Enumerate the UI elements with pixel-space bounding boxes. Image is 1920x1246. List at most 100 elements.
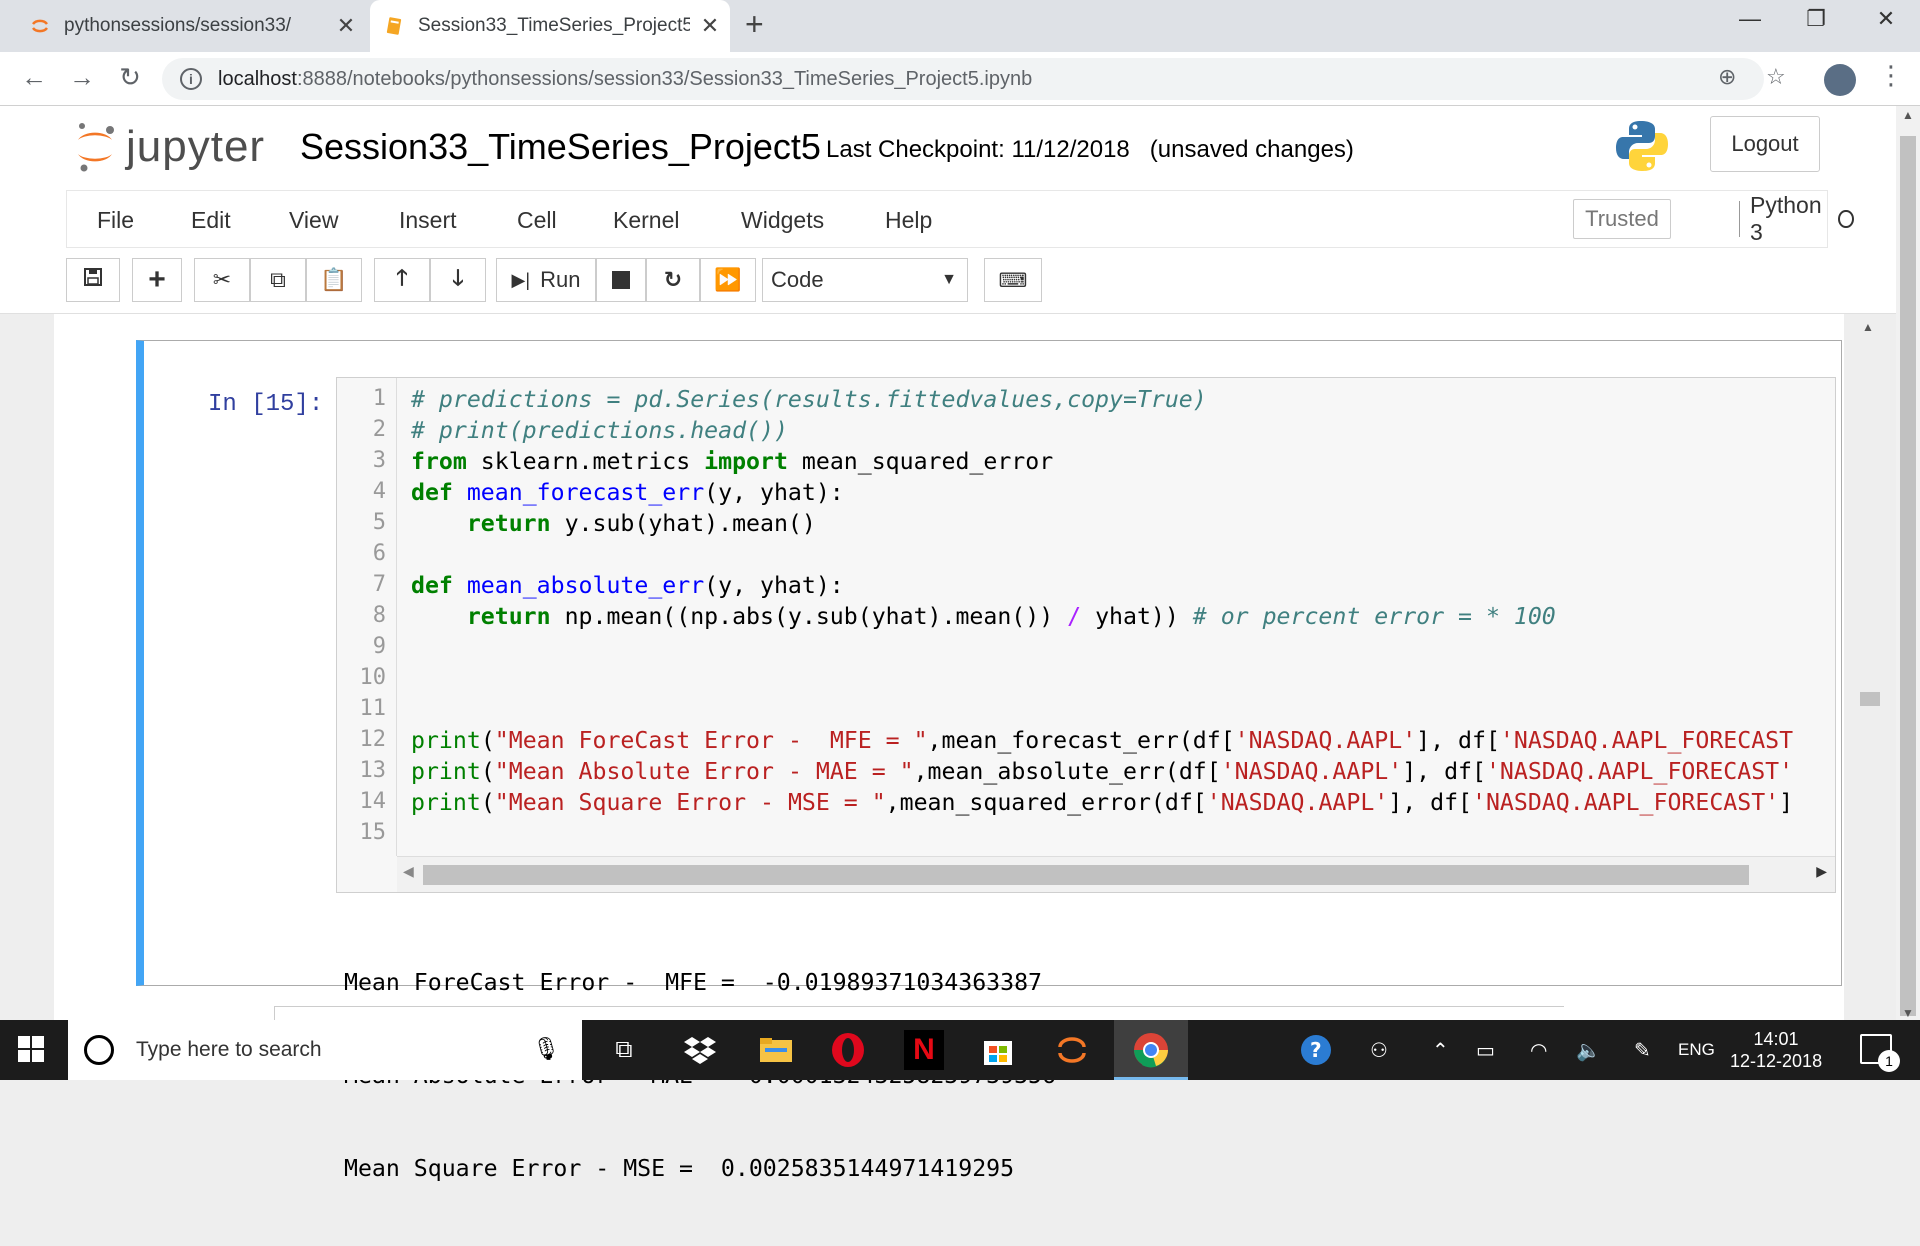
code-editor[interactable]: 1 2 3 4 5 6 7 8 9 10 11 12 13 14 15 # pr… [336, 377, 1836, 893]
line-number: 12 [359, 727, 387, 752]
fast-forward-icon: ⏩ [714, 267, 742, 292]
clock[interactable]: 14:01 12-12-2018 [1730, 1028, 1822, 1072]
jupyter-icon [30, 16, 50, 36]
zoom-icon[interactable]: ⊕ [1718, 64, 1736, 90]
restart-button[interactable]: ↻ [646, 258, 700, 302]
browser-tab-file-tree[interactable]: pythonsessions/session33/ ✕ [16, 0, 366, 52]
svg-text:?: ? [1310, 1038, 1322, 1062]
url-text: localhost:8888/notebooks/pythonsessions/… [218, 67, 1033, 90]
battery-icon[interactable]: ▭ [1476, 1038, 1495, 1063]
plus-icon: + [148, 263, 166, 296]
menu-widgets[interactable]: Widgets [741, 207, 824, 234]
menu-file[interactable]: File [97, 207, 134, 234]
language-indicator[interactable]: ENG [1678, 1040, 1715, 1060]
menu-view[interactable]: View [289, 207, 338, 234]
line-number: 10 [359, 665, 387, 690]
code-line-3: from sklearn.metrics import mean_squared… [411, 448, 1054, 475]
minimize-icon[interactable]: — [1720, 6, 1780, 32]
menu-kernel[interactable]: Kernel [613, 207, 679, 234]
task-view-icon[interactable]: ⧉ [604, 1030, 644, 1070]
scrollbar-thumb[interactable] [423, 865, 1749, 885]
command-palette-button[interactable]: ⌨ [984, 258, 1042, 302]
jupyter-logo[interactable]: jupyter [74, 120, 265, 174]
move-up-button[interactable]: 🡑 [374, 258, 430, 302]
close-icon[interactable]: ✕ [690, 13, 730, 39]
line-number: 13 [359, 758, 387, 783]
scroll-up-icon[interactable]: ▲ [1862, 320, 1874, 334]
help-icon[interactable]: ? [1296, 1030, 1336, 1070]
tray-chevron-icon[interactable]: ⌃ [1432, 1038, 1449, 1063]
scroll-right-icon[interactable]: ▶ [1816, 863, 1827, 880]
url-input[interactable]: i localhost:8888/notebooks/pythonsession… [162, 58, 1764, 100]
page-scrollbar[interactable]: ▲ ▼ [1896, 106, 1920, 1020]
run-button[interactable]: ▶| Run [496, 258, 596, 302]
file-explorer-icon[interactable] [756, 1030, 796, 1070]
trusted-indicator[interactable]: Trusted [1573, 199, 1671, 239]
restore-icon[interactable]: ❐ [1786, 6, 1846, 32]
microphone-icon[interactable]: 🎙 [532, 1036, 560, 1062]
interrupt-button[interactable] [596, 258, 646, 302]
code-line-2: # print(predictions.head()) [411, 417, 788, 444]
notebook-title[interactable]: Session33_TimeSeries_Project5 [300, 126, 821, 168]
horizontal-scrollbar[interactable]: ◀ ▶ [397, 856, 1835, 892]
pen-icon[interactable]: ✎ [1634, 1038, 1651, 1063]
new-tab-icon[interactable]: + [745, 6, 764, 43]
chrome-taskbar-active[interactable] [1114, 1020, 1188, 1080]
output-line: Mean ForeCast Error - MFE = -0.019893710… [344, 969, 1043, 996]
people-icon[interactable]: ⚇ [1370, 1038, 1388, 1063]
save-button[interactable] [66, 258, 120, 302]
bookmark-star-icon[interactable]: ☆ [1766, 64, 1786, 90]
code-line-13: print("Mean Absolute Error - MAE = ",mea… [411, 758, 1794, 785]
scroll-down-icon[interactable]: ▼ [1902, 1006, 1914, 1020]
back-arrow-icon[interactable]: ← [14, 62, 54, 93]
window-close-icon[interactable]: ✕ [1856, 6, 1916, 32]
scroll-up-icon[interactable]: ▲ [1902, 108, 1914, 122]
reload-icon[interactable]: ↻ [110, 62, 150, 93]
kernel-idle-icon [1838, 210, 1854, 228]
store-icon[interactable] [978, 1030, 1018, 1070]
notebook-page: In [15]: 1 2 3 4 5 6 7 8 9 10 11 12 13 1… [54, 314, 1844, 1182]
copy-button[interactable]: ⧉ [250, 258, 306, 302]
taskbar-search-input[interactable]: Type here to search 🎙 [68, 1020, 582, 1080]
logout-button[interactable]: Logout [1710, 116, 1820, 172]
kernel-indicator: Python 3 [1739, 192, 1854, 245]
notebook-scrollbar[interactable]: ▲ [1844, 314, 1896, 1020]
address-bar: ← → ↻ i localhost:8888/notebooks/pythons… [0, 52, 1920, 106]
menu-help[interactable]: Help [885, 207, 932, 234]
close-icon[interactable]: ✕ [326, 13, 366, 39]
jupyter-taskbar-icon[interactable] [1052, 1030, 1092, 1070]
cut-button[interactable]: ✂ [194, 258, 250, 302]
notification-icon[interactable]: 1 [1860, 1034, 1900, 1072]
dropbox-icon[interactable] [680, 1030, 720, 1070]
menu-edit[interactable]: Edit [191, 207, 231, 234]
wifi-icon[interactable]: ◠ [1530, 1038, 1547, 1063]
python-logo-icon [1614, 118, 1670, 179]
arrow-down-icon: 🡓 [452, 265, 464, 290]
insert-cell-button[interactable]: + [132, 258, 182, 302]
windows-start-icon[interactable] [16, 1034, 46, 1069]
clock-date: 12-12-2018 [1730, 1051, 1823, 1071]
forward-arrow-icon[interactable]: → [62, 62, 102, 93]
notebook-scrollbar-thumb[interactable] [1860, 692, 1880, 706]
jupyter-menu-area: File Edit View Insert Cell Kernel Widget… [0, 190, 1896, 314]
stop-icon [612, 271, 630, 289]
jupyter-wordmark: jupyter [126, 122, 266, 171]
code-line-12: print("Mean ForeCast Error - MFE = ",mea… [411, 727, 1794, 754]
opera-icon[interactable] [828, 1030, 868, 1070]
code-cell[interactable]: In [15]: 1 2 3 4 5 6 7 8 9 10 11 12 13 1… [136, 340, 1842, 1182]
info-icon[interactable]: i [180, 68, 202, 90]
menu-kebab-icon[interactable]: ⋮ [1878, 60, 1904, 91]
paste-button[interactable]: 📋 [306, 258, 362, 302]
move-down-button[interactable]: 🡓 [430, 258, 486, 302]
profile-avatar[interactable] [1824, 64, 1856, 96]
menu-insert[interactable]: Insert [399, 207, 457, 234]
volume-icon[interactable]: 🔈 [1576, 1038, 1601, 1063]
page-scrollbar-thumb[interactable] [1900, 136, 1916, 1016]
scroll-left-icon[interactable]: ◀ [403, 863, 414, 880]
line-number: 9 [372, 634, 386, 659]
netflix-icon[interactable]: N [904, 1030, 944, 1070]
restart-run-all-button[interactable]: ⏩ [700, 258, 756, 302]
cell-type-select[interactable]: Code ▼ [762, 258, 968, 302]
browser-tab-notebook[interactable]: Session33_TimeSeries_Project5 ✕ [370, 0, 730, 52]
menu-cell[interactable]: Cell [517, 207, 557, 234]
